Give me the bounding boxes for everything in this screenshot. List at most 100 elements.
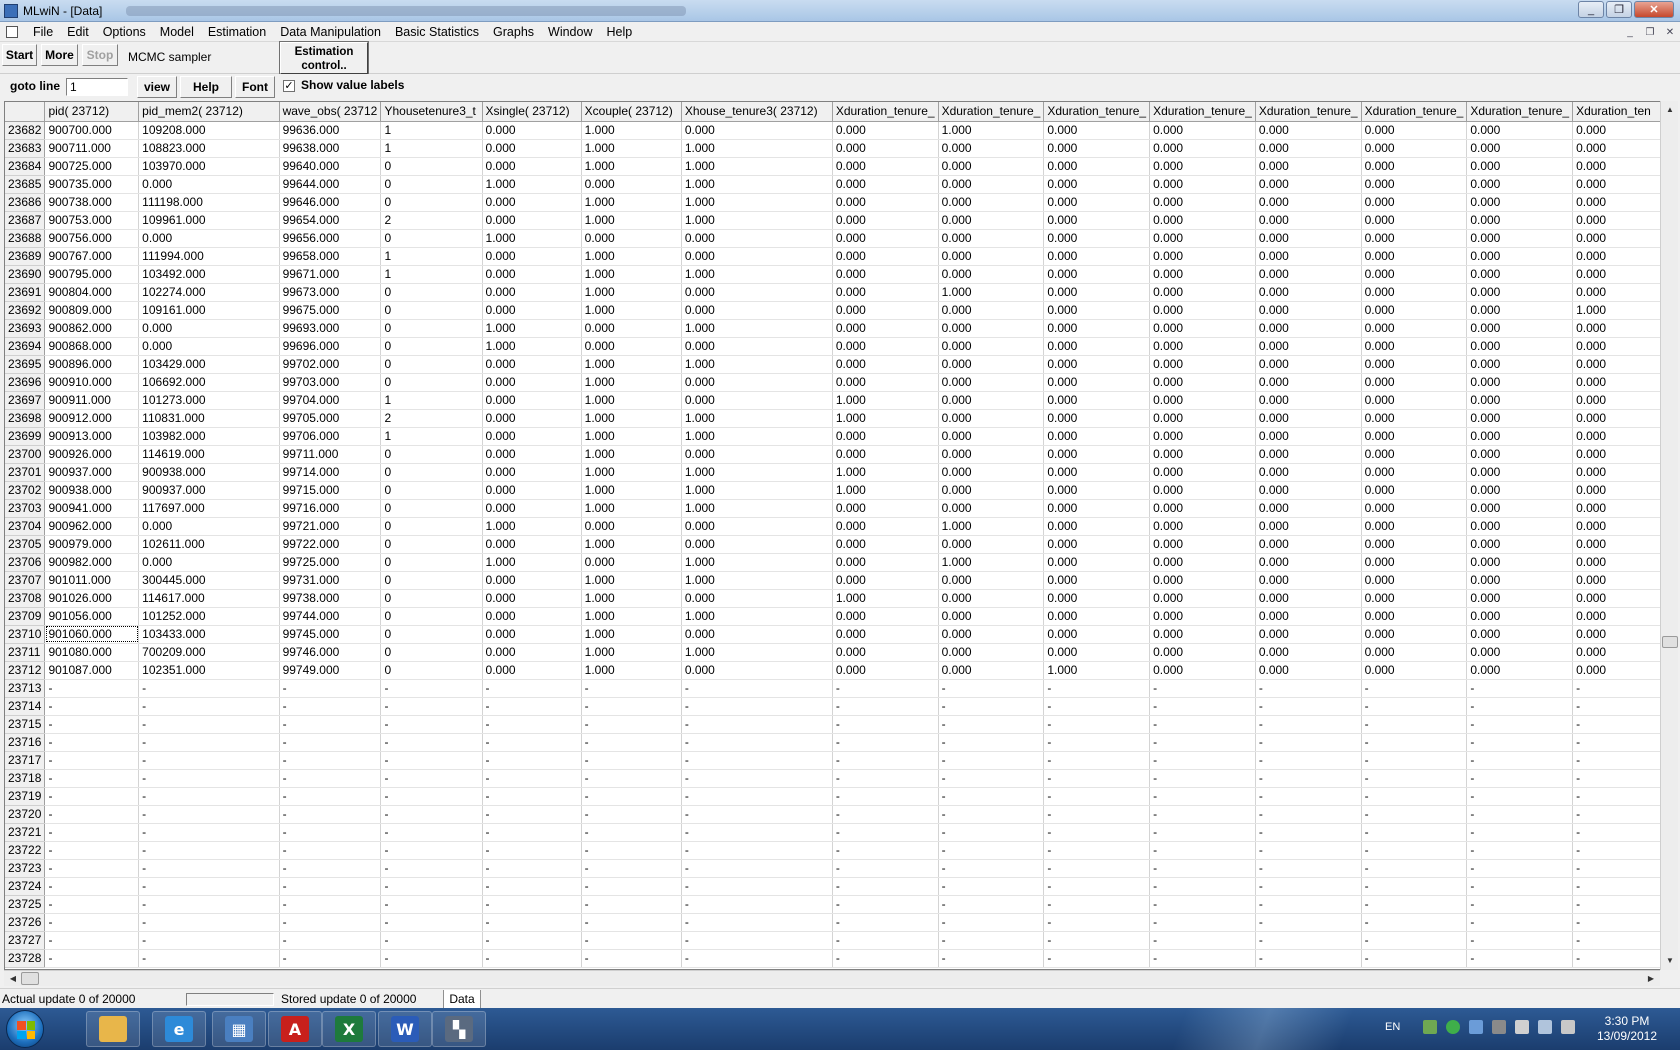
data-cell[interactable]: - (380, 787, 483, 806)
data-cell[interactable]: 0.000 (832, 499, 939, 518)
data-cell[interactable]: 0.000 (1361, 427, 1468, 446)
data-cell[interactable]: 900700.000 (44, 121, 140, 140)
data-cell[interactable]: 901080.000 (44, 643, 140, 662)
data-cell[interactable]: 99746.000 (279, 643, 382, 662)
data-cell[interactable]: 0.000 (581, 229, 682, 248)
data-cell[interactable]: 0.000 (1572, 445, 1661, 464)
data-cell[interactable]: - (44, 877, 140, 896)
data-cell[interactable]: 0.000 (1043, 157, 1151, 176)
row-number[interactable]: 23721 (5, 823, 46, 842)
data-cell[interactable]: 101273.000 (138, 391, 280, 410)
data-cell[interactable]: - (1043, 805, 1151, 824)
data-cell[interactable]: - (482, 895, 582, 914)
data-cell[interactable]: 0.000 (1149, 409, 1256, 428)
row-number[interactable]: 23722 (5, 841, 46, 860)
data-cell[interactable]: 0.000 (1572, 175, 1661, 194)
data-cell[interactable]: 0.000 (832, 139, 939, 158)
data-cell[interactable]: - (681, 769, 833, 788)
data-cell[interactable]: 0.000 (1255, 319, 1362, 338)
row-number[interactable]: 23690 (5, 265, 46, 284)
data-cell[interactable]: - (44, 841, 140, 860)
data-cell[interactable]: 0.000 (938, 643, 1045, 662)
data-cell[interactable]: 1.000 (681, 319, 833, 338)
data-cell[interactable]: 99711.000 (279, 445, 382, 464)
data-cell[interactable]: 0.000 (138, 175, 280, 194)
horizontal-scroll-thumb[interactable] (21, 972, 39, 985)
data-cell[interactable]: 0.000 (832, 661, 939, 680)
data-cell[interactable]: - (1255, 679, 1362, 698)
data-cell[interactable]: 900937.000 (44, 463, 140, 482)
data-cell[interactable]: 103982.000 (138, 427, 280, 446)
data-cell[interactable]: 0 (380, 481, 483, 500)
data-cell[interactable]: - (1255, 697, 1362, 716)
data-cell[interactable]: 1.000 (581, 481, 682, 500)
data-cell[interactable]: - (1361, 769, 1468, 788)
data-cell[interactable]: 1.000 (832, 391, 939, 410)
data-cell[interactable]: 0 (380, 175, 483, 194)
data-cell[interactable]: - (138, 715, 280, 734)
data-cell[interactable]: 0.000 (1043, 139, 1151, 158)
data-cell[interactable]: 700209.000 (138, 643, 280, 662)
data-cell[interactable]: 900982.000 (44, 553, 140, 572)
data-cell[interactable]: 0.000 (1043, 445, 1151, 464)
data-cell[interactable]: 0.000 (1361, 589, 1468, 608)
menu-graphs[interactable]: Graphs (486, 25, 541, 39)
data-cell[interactable]: 0.000 (1572, 283, 1661, 302)
data-cell[interactable]: - (1149, 733, 1256, 752)
data-cell[interactable]: 0.000 (1149, 643, 1256, 662)
data-cell[interactable]: 0.000 (832, 571, 939, 590)
data-cell[interactable]: 99738.000 (279, 589, 382, 608)
row-number[interactable]: 23694 (5, 337, 46, 356)
data-cell[interactable]: 0.000 (1572, 625, 1661, 644)
data-cell[interactable]: - (1361, 895, 1468, 914)
data-cell[interactable]: - (44, 913, 140, 932)
flag-tray-icon[interactable] (1515, 1020, 1530, 1034)
data-cell[interactable]: 901087.000 (44, 661, 140, 680)
data-cell[interactable]: - (279, 895, 382, 914)
data-cell[interactable]: - (44, 823, 140, 842)
data-cell[interactable]: - (938, 751, 1045, 770)
data-cell[interactable]: - (279, 877, 382, 896)
data-cell[interactable]: 0.000 (1043, 427, 1151, 446)
data-cell[interactable]: 1.000 (681, 499, 833, 518)
data-cell[interactable]: - (938, 715, 1045, 734)
data-cell[interactable]: 0.000 (832, 211, 939, 230)
data-cell[interactable]: - (581, 787, 682, 806)
data-cell[interactable]: 0.000 (1255, 409, 1362, 428)
data-cell[interactable]: 0.000 (938, 535, 1045, 554)
data-cell[interactable]: 0.000 (938, 373, 1045, 392)
data-cell[interactable]: 1.000 (581, 373, 682, 392)
data-cell[interactable]: 0.000 (482, 409, 582, 428)
data-cell[interactable]: 0.000 (581, 553, 682, 572)
data-cell[interactable]: 0.000 (1043, 265, 1151, 284)
data-cell[interactable]: - (1149, 841, 1256, 860)
data-cell[interactable]: 0.000 (1361, 553, 1468, 572)
show-value-labels-checkbox[interactable]: ✓ (283, 80, 295, 92)
data-cell[interactable]: 900911.000 (44, 391, 140, 410)
row-number[interactable]: 23693 (5, 319, 46, 338)
data-cell[interactable]: 2 (380, 211, 483, 230)
data-cell[interactable]: 0.000 (1572, 571, 1661, 590)
data-cell[interactable]: - (1572, 733, 1661, 752)
data-cell[interactable]: - (1043, 913, 1151, 932)
menu-basic-statistics[interactable]: Basic Statistics (388, 25, 486, 39)
data-cell[interactable]: - (938, 769, 1045, 788)
data-cell[interactable]: - (44, 931, 140, 950)
data-cell[interactable]: 0 (380, 571, 483, 590)
data-cell[interactable]: 0.000 (681, 283, 833, 302)
data-cell[interactable]: 0.000 (1043, 211, 1151, 230)
row-number[interactable]: 23707 (5, 571, 46, 590)
data-cell[interactable]: 900941.000 (44, 499, 140, 518)
data-cell[interactable]: 1.000 (581, 265, 682, 284)
column-header[interactable]: Xduration_tenure_ (1255, 102, 1362, 122)
data-cell[interactable]: 0.000 (1361, 193, 1468, 212)
data-cell[interactable]: 0.000 (938, 427, 1045, 446)
data-cell[interactable]: 0.000 (1149, 499, 1256, 518)
data-cell[interactable]: 0.000 (938, 301, 1045, 320)
data-cell[interactable]: - (938, 679, 1045, 698)
data-cell[interactable]: 0.000 (1361, 247, 1468, 266)
data-cell[interactable]: - (1466, 877, 1574, 896)
data-cell[interactable]: 1.000 (681, 175, 833, 194)
data-cell[interactable]: 1.000 (581, 625, 682, 644)
data-cell[interactable]: 111198.000 (138, 193, 280, 212)
